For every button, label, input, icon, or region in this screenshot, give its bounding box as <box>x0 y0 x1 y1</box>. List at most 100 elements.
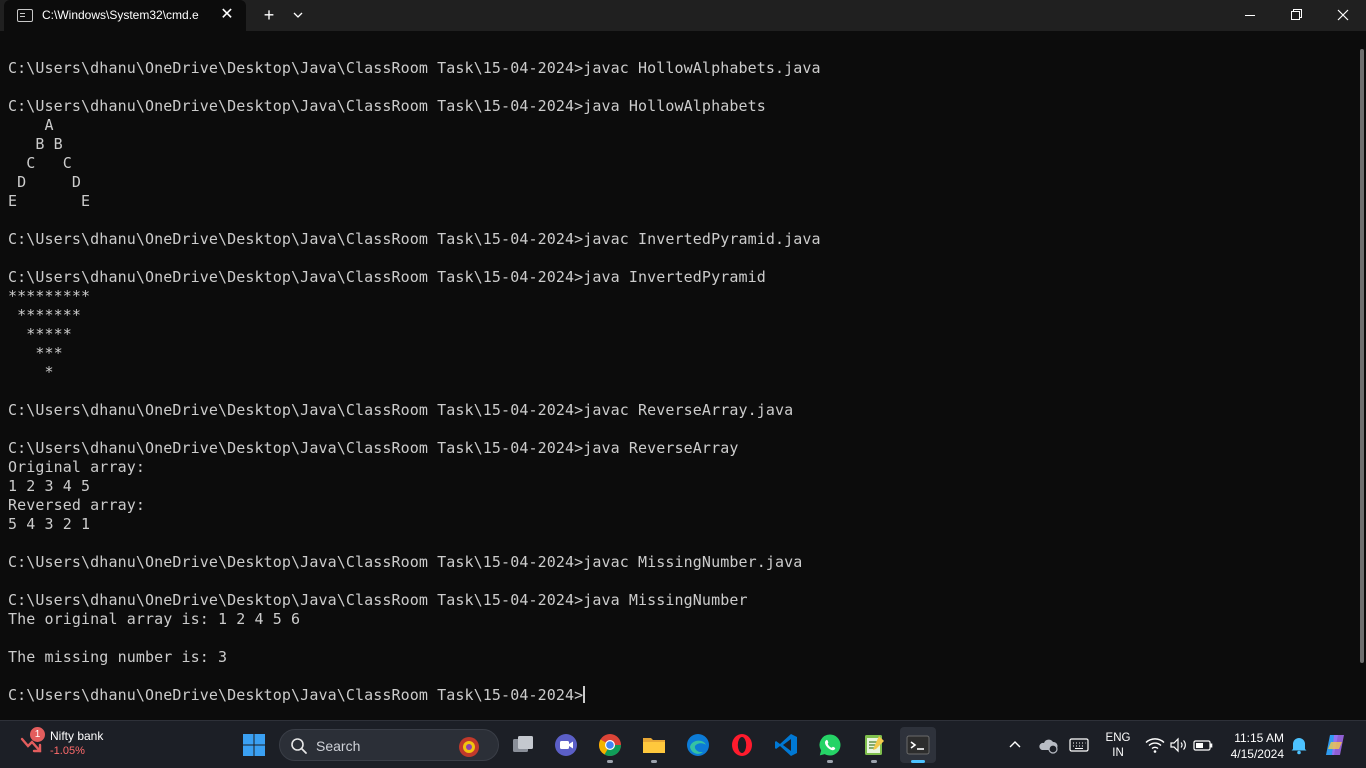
network-button[interactable] <box>1143 733 1167 757</box>
console-line: C:\Users\dhanu\OneDrive\Desktop\Java\Cla… <box>8 59 821 77</box>
console-line: D D <box>8 173 82 191</box>
start-button[interactable] <box>236 727 272 763</box>
keyboard-icon <box>1069 738 1089 752</box>
opera-button[interactable] <box>724 727 760 763</box>
chrome-icon <box>599 734 621 756</box>
language-code: ENG <box>1105 732 1131 744</box>
tab-title: C:\Windows\System32\cmd.e <box>42 8 199 22</box>
search-highlight-icon <box>459 737 479 757</box>
vscode-icon <box>775 734 797 756</box>
touch-keyboard-button[interactable] <box>1067 733 1091 757</box>
opera-icon <box>732 734 752 756</box>
wifi-icon <box>1145 738 1165 753</box>
widget-value: -1.05% <box>50 745 85 757</box>
scrollbar-thumb[interactable] <box>1360 49 1364 663</box>
title-bar: C:\Windows\System32\cmd.e ✕ + <box>0 0 1366 31</box>
search-icon <box>291 738 307 754</box>
widget-title: Nifty bank <box>50 729 104 743</box>
taskbar: 1 Nifty bank -1.05% Search ENG IN 11:15 … <box>0 720 1366 768</box>
search-label: Search <box>316 738 361 754</box>
console-line: * <box>8 363 54 381</box>
console-line: The original array is: 1 2 4 5 6 <box>8 610 301 628</box>
notepad-button[interactable] <box>856 727 892 763</box>
console-line: The missing number is: 3 <box>8 648 228 666</box>
battery-button[interactable] <box>1191 733 1215 757</box>
language-indicator[interactable]: ENG IN <box>1100 731 1136 761</box>
running-indicator <box>607 760 613 763</box>
console-line: C:\Users\dhanu\OneDrive\Desktop\Java\Cla… <box>8 230 821 248</box>
chrome-button[interactable] <box>592 727 628 763</box>
taskbar-search[interactable]: Search <box>279 729 499 761</box>
notification-badge: 1 <box>30 727 45 742</box>
running-indicator <box>827 760 833 763</box>
close-icon <box>1337 9 1349 21</box>
bell-icon <box>1291 738 1307 755</box>
cloud-icon <box>1039 739 1058 754</box>
console-line: C C <box>8 154 72 172</box>
vscode-button[interactable] <box>768 727 804 763</box>
edge-icon <box>687 734 709 756</box>
stock-widget[interactable]: 1 Nifty bank -1.05% <box>16 727 126 763</box>
close-window-button[interactable] <box>1320 0 1366 31</box>
console-line: Reversed array: <box>8 496 145 514</box>
active-indicator <box>911 760 925 763</box>
minimize-button[interactable] <box>1227 0 1273 31</box>
volume-icon <box>1170 737 1186 753</box>
clock-time: 11:15 AM <box>1234 731 1284 745</box>
console-line: C:\Users\dhanu\OneDrive\Desktop\Java\Cla… <box>8 439 739 457</box>
copilot-icon <box>1326 735 1344 755</box>
new-tab-button[interactable]: + <box>256 4 282 26</box>
whatsapp-button[interactable] <box>812 727 848 763</box>
console-line: Original array: <box>8 458 145 476</box>
chevron-up-icon <box>1009 741 1021 748</box>
running-indicator <box>871 760 877 763</box>
copilot-button[interactable] <box>1322 732 1348 758</box>
console-line: A <box>8 116 54 134</box>
minimize-icon <box>1245 15 1255 16</box>
restore-icon <box>1291 9 1302 20</box>
volume-button[interactable] <box>1167 733 1191 757</box>
clock[interactable]: 11:15 AM 4/15/2024 <box>1222 730 1284 762</box>
console-line: C:\Users\dhanu\OneDrive\Desktop\Java\Cla… <box>8 553 803 571</box>
console-line: 5 4 3 2 1 <box>8 515 91 533</box>
console-line: *** <box>8 344 63 362</box>
chevron-down-icon <box>293 12 303 18</box>
clock-date: 4/15/2024 <box>1230 747 1284 761</box>
restore-button[interactable] <box>1273 0 1319 31</box>
whatsapp-icon <box>819 734 841 756</box>
folder-icon <box>643 738 665 753</box>
console-line: C:\Users\dhanu\OneDrive\Desktop\Java\Cla… <box>8 268 766 286</box>
windows-start-icon <box>243 734 265 756</box>
notepad-icon <box>865 735 884 755</box>
text-cursor <box>583 686 586 703</box>
task-view-icon <box>513 736 533 752</box>
console-line: E E <box>8 192 91 210</box>
onedrive-tray-button[interactable] <box>1036 733 1060 757</box>
prompt-text: C:\Users\dhanu\OneDrive\Desktop\Java\Cla… <box>8 686 584 704</box>
console-line: C:\Users\dhanu\OneDrive\Desktop\Java\Cla… <box>8 401 794 419</box>
console-output[interactable]: C:\Users\dhanu\OneDrive\Desktop\Java\Cla… <box>0 31 1358 719</box>
prompt-line[interactable]: C:\Users\dhanu\OneDrive\Desktop\Java\Cla… <box>8 686 586 705</box>
console-line: B B <box>8 135 63 153</box>
terminal-icon <box>906 735 930 755</box>
meet-icon <box>555 734 577 756</box>
console-line: C:\Users\dhanu\OneDrive\Desktop\Java\Cla… <box>8 591 748 609</box>
vertical-scrollbar[interactable] <box>1358 31 1366 719</box>
console-line: 1 2 3 4 5 <box>8 477 91 495</box>
terminal-button[interactable] <box>900 727 936 763</box>
task-view-button[interactable] <box>505 727 541 763</box>
running-indicator <box>651 760 657 763</box>
notifications-button[interactable] <box>1287 733 1311 757</box>
console-line: ********* <box>8 287 91 305</box>
show-hidden-icons-button[interactable] <box>1003 733 1027 757</box>
tab-close-button[interactable]: ✕ <box>218 6 236 24</box>
edge-button[interactable] <box>680 727 716 763</box>
meet-button[interactable] <box>548 727 584 763</box>
console-line: ******* <box>8 306 82 324</box>
tab-cmd[interactable]: C:\Windows\System32\cmd.e ✕ <box>4 0 246 31</box>
tab-dropdown-button[interactable] <box>288 4 308 26</box>
cmd-icon <box>17 9 33 22</box>
battery-icon <box>1193 740 1213 751</box>
file-explorer-button[interactable] <box>636 727 672 763</box>
console-line: ***** <box>8 325 72 343</box>
